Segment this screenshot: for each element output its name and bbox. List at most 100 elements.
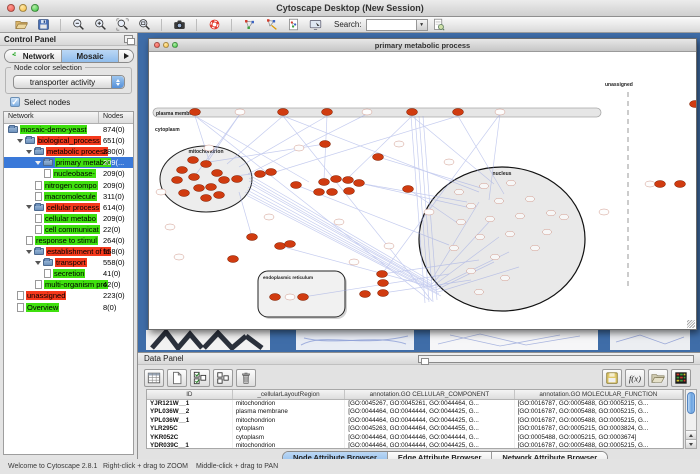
control-panel-tabbar: Network Mosaic: [4, 49, 134, 63]
network-copy-button[interactable]: [282, 17, 304, 32]
network-leaf-icon: [35, 181, 42, 190]
tree-row-node-count: 558(0): [103, 258, 125, 267]
table-column-header[interactable]: ID: [147, 390, 233, 399]
table-cell: [GO:0016787, GO:0005488, GO:0005215, G..…: [515, 400, 683, 408]
float-panel-icon[interactable]: [418, 355, 694, 363]
tree-row[interactable]: establishment of lo558(0): [4, 246, 133, 257]
save-table-icon: [605, 371, 619, 385]
tree-column-nodes[interactable]: Nodes: [99, 112, 133, 123]
select-nodes-checkbox[interactable]: ✓ Select nodes: [10, 97, 70, 107]
formula-builder-button[interactable]: f(x): [625, 369, 645, 387]
table-cell: [GO:0044464, GO:0044444, GO:0044425, G..…: [345, 417, 514, 425]
float-panel-icon[interactable]: [124, 35, 133, 43]
zoom-selected-button[interactable]: [111, 17, 133, 32]
tree-row[interactable]: cellular metabo209(0): [4, 213, 133, 224]
data-panel-toolbar: f(x): [144, 368, 694, 388]
scroll-down-button[interactable]: [686, 439, 696, 448]
table-row[interactable]: YJR121W__1mitochondrion[GO:0045267, GO:0…: [147, 400, 683, 408]
table-row[interactable]: YPL036W__2plasma membrane[GO:0044464, GO…: [147, 408, 683, 416]
tree-row-label: biological_process: [37, 136, 101, 145]
nucleus-region: [419, 167, 585, 311]
network-window: primary metabolic process plasma membran…: [148, 38, 697, 330]
network-window-title: primary metabolic process: [149, 41, 696, 50]
tree-expander-icon[interactable]: [35, 261, 41, 265]
table-row[interactable]: YPL036W__1mitochondrion[GO:0044464, GO:0…: [147, 417, 683, 425]
save-table-button[interactable]: [602, 369, 622, 387]
new-attribute-button[interactable]: [167, 369, 187, 387]
tree-row[interactable]: transport558(0): [4, 257, 133, 268]
open-button[interactable]: [10, 17, 32, 32]
tab-label: Network: [23, 52, 55, 61]
checkbox-check-icon[interactable]: ✓: [10, 97, 20, 107]
tree-row[interactable]: metabolic process280(0): [4, 146, 133, 157]
table-cell: mitochondrion: [233, 442, 346, 449]
table-row[interactable]: YLR295Ccytoplasm[GO:0045263, GO:0044464,…: [147, 425, 683, 433]
unselect-attributes-button[interactable]: [213, 369, 233, 387]
tree-row-label: secretion: [53, 269, 85, 278]
table-cell: [GO:0044464, GO:0044444, GO:0044425, G..…: [345, 408, 514, 416]
save-button[interactable]: [32, 17, 54, 32]
table-cell: [GO:0016787, GO:0005488, GO:0005215, G..…: [515, 408, 683, 416]
tree-row[interactable]: Overview8(0): [4, 302, 133, 313]
tree-expander-icon[interactable]: [35, 161, 41, 165]
tree-row[interactable]: cellular process614(0): [4, 202, 133, 213]
tree-column-network[interactable]: Network: [4, 112, 99, 123]
snapshot-button[interactable]: [168, 17, 190, 32]
zoom-in-button[interactable]: [89, 17, 111, 32]
tree-expander-icon[interactable]: [26, 150, 32, 154]
first-neighbors-button[interactable]: [260, 17, 282, 32]
table-cell: [GO:0045263, GO:0044464, GO:0044455, G..…: [345, 425, 514, 433]
select-attributes-button[interactable]: [190, 369, 210, 387]
window-resize-grip[interactable]: [687, 320, 695, 328]
network-leaf-icon: [35, 225, 42, 234]
search-options-icon: [432, 18, 445, 31]
scroll-up-button[interactable]: [686, 430, 696, 439]
vizmapper-button[interactable]: [238, 17, 260, 32]
table-column-header[interactable]: annotation.GO CELLULAR_COMPONENT: [345, 390, 514, 399]
tree-row[interactable]: biological_process651(0): [4, 135, 133, 146]
tree-row[interactable]: unassigned223(0): [4, 290, 133, 301]
table-row[interactable]: YDR039C__1mitochondrion[GO:0044464, GO:0…: [147, 442, 683, 449]
help-button[interactable]: [203, 17, 225, 32]
dropdown-stepper-icon[interactable]: [111, 76, 124, 88]
tree-expander-icon[interactable]: [26, 250, 32, 254]
tree-row[interactable]: response to stimul264(0): [4, 235, 133, 246]
tab-overflow-arrow-icon[interactable]: [119, 50, 133, 62]
table-scrollbar[interactable]: [685, 389, 697, 449]
network-window-titlebar[interactable]: primary metabolic process: [149, 39, 696, 52]
tree-row[interactable]: nucleobase-209(0): [4, 168, 133, 179]
matrix-view-button[interactable]: [671, 369, 691, 387]
zoom-fit-button[interactable]: [133, 17, 155, 32]
zoom-out-button[interactable]: [67, 17, 89, 32]
tree-row[interactable]: macromolecule311(0): [4, 191, 133, 202]
delete-attribute-button[interactable]: [236, 369, 256, 387]
annotation-button[interactable]: [304, 17, 326, 32]
attribute-table-button[interactable]: [144, 369, 164, 387]
tab-network[interactable]: Network: [5, 50, 62, 62]
tree-row[interactable]: cell communicat22(0): [4, 224, 133, 235]
table-row[interactable]: YKR052Ccytoplasm[GO:0044464, GO:0044446,…: [147, 434, 683, 442]
tree-row[interactable]: secretion41(0): [4, 268, 133, 279]
tree-row[interactable]: mosaic-demo-yeast874(0): [4, 124, 133, 135]
tree-row-node-count: 209(0): [103, 169, 125, 178]
tree-row-label: Overview: [26, 303, 59, 312]
table-column-header[interactable]: _cellularLayoutRegion: [233, 390, 346, 399]
tree-row[interactable]: nitrogen compo209(0): [4, 179, 133, 190]
tree-row[interactable]: multi-organism pro42(0): [4, 279, 133, 290]
search-dropdown-arrow[interactable]: ▼: [416, 20, 427, 30]
network-graph-canvas[interactable]: plasma membranecytoplasmunassignedmitoch…: [149, 52, 696, 329]
network-graph[interactable]: plasma membranecytoplasmunassignedmitoch…: [149, 52, 696, 329]
nucleus-label: nucleus: [493, 171, 512, 177]
tree-row-node-count: 223(0): [103, 291, 125, 300]
tree-row[interactable]: primary metabol209(...: [4, 157, 133, 168]
open-attributes-button[interactable]: [648, 369, 668, 387]
search-input[interactable]: ▼: [366, 19, 428, 31]
scrollbar-thumb[interactable]: [687, 392, 695, 414]
tree-expander-icon[interactable]: [26, 205, 32, 209]
network-desktop: primary metabolic process plasma membran…: [138, 33, 700, 352]
tab-mosaic[interactable]: Mosaic: [62, 50, 119, 62]
table-column-header[interactable]: annotation.GO MOLECULAR_FUNCTION: [515, 390, 683, 399]
search-options-button[interactable]: [428, 17, 450, 32]
tree-expander-icon[interactable]: [17, 139, 23, 143]
node-color-dropdown[interactable]: transporter activity: [13, 75, 125, 89]
